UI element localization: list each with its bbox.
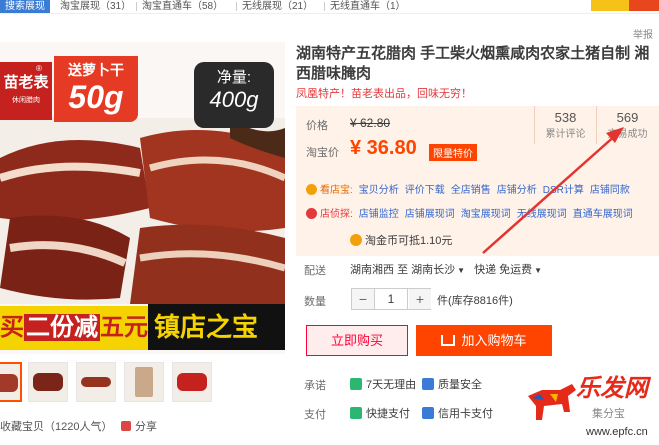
- bull-logo-icon: [528, 384, 576, 420]
- tool-link[interactable]: 淘宝展现词: [461, 209, 511, 220]
- shipping-method-select[interactable]: 快递 免运费 ▼: [474, 264, 548, 276]
- tool-link[interactable]: DSR计算: [543, 185, 584, 196]
- share-button[interactable]: 分享: [121, 418, 157, 434]
- site-watermark: 乐发网 www.epfc.cn: [520, 368, 659, 445]
- tab-taobao-ztc[interactable]: 淘宝直通车（58）: [142, 0, 223, 13]
- quantity-label: 数量: [304, 296, 326, 308]
- tool-link[interactable]: 宝贝分析: [359, 185, 399, 196]
- deal-count[interactable]: 569 交易成功: [596, 106, 658, 144]
- tab-wireless-exposure[interactable]: 无线展现（21）: [242, 0, 313, 13]
- credit-card-icon: [422, 407, 434, 419]
- watermark-text: 乐发网: [576, 375, 648, 402]
- tool-link[interactable]: 店铺展现词: [405, 209, 455, 220]
- destination-select[interactable]: 湖南长沙 ▼: [411, 264, 471, 276]
- meat-photo: [0, 118, 285, 304]
- registered-mark: ®: [36, 64, 42, 73]
- cart-icon: [441, 335, 456, 346]
- dianzhentan-icon: [306, 208, 317, 219]
- thumbnail-4[interactable]: [124, 362, 164, 402]
- brand-badge: 苗老表 休闲腊肉: [0, 62, 52, 120]
- promise-label: 承诺: [304, 380, 326, 392]
- price-panel: 价格 ¥ 62.80 淘宝价 ¥ 36.80 限量特价 538 累计评论 569…: [296, 106, 659, 256]
- tab-separator: [236, 2, 237, 11]
- product-subtitle: 凤凰特产！苗老表出品，回味无穷！: [296, 88, 472, 100]
- sales-stats: 538 累计评论 569 交易成功: [534, 106, 659, 144]
- shipping-label: 配送: [304, 265, 326, 277]
- corner-banner[interactable]: [591, 0, 659, 11]
- shipping-info: 湖南湘西 至 湖南长沙 ▼ 快递 免运费 ▼: [350, 261, 548, 277]
- payment-credit: 信用卡支付: [422, 405, 493, 421]
- tool-link[interactable]: 无线展现词: [517, 209, 567, 220]
- chevron-down-icon: ▼: [534, 266, 543, 275]
- thumbnail-2[interactable]: [28, 362, 68, 402]
- payment-quick: 快捷支付: [350, 405, 410, 421]
- quickpay-icon: [350, 407, 362, 419]
- review-count[interactable]: 538 累计评论: [534, 106, 596, 144]
- stock-info: 件(库存8816件): [437, 295, 513, 307]
- payment-label: 支付: [304, 409, 326, 421]
- tab-separator: [324, 2, 325, 11]
- promise-7day: 7天无理由: [350, 376, 416, 392]
- report-link[interactable]: 举报: [633, 26, 653, 41]
- taojinbi-coupon: 淘金币可抵1.10元: [350, 232, 452, 248]
- dianzhentan-toolbar: 店侦探: 店铺监控 店铺展现词 淘宝展现词 无线展现词 直通车展现词: [306, 205, 633, 220]
- coin-icon: [350, 234, 362, 246]
- tab-separator: [136, 2, 137, 11]
- add-to-cart-button[interactable]: 加入购物车: [416, 325, 552, 356]
- promise-quality: 质量安全: [422, 376, 482, 392]
- price-label: 价格: [306, 120, 328, 132]
- shield-icon: [422, 378, 434, 390]
- quantity-minus-button[interactable]: −: [352, 289, 374, 309]
- tab-taobao-exposure[interactable]: 淘宝展现（31）: [60, 0, 131, 13]
- promo-treasure-banner: 镇店之宝: [148, 304, 285, 350]
- tool-link[interactable]: 直通车展现词: [573, 209, 633, 220]
- buy-now-button[interactable]: 立即购买: [306, 325, 408, 356]
- thumbnail-1[interactable]: [0, 362, 22, 402]
- original-price: ¥ 62.80: [350, 116, 391, 130]
- promo-discount-banner: 买二份减五元: [0, 306, 148, 350]
- favorite-link[interactable]: 收藏宝贝（1220人气）: [0, 418, 112, 434]
- kandianbao-toolbar: 看店宝: 宝贝分析 评价下载 全店销售 店铺分析 DSR计算 店铺同款: [306, 181, 630, 196]
- seven-day-icon: [350, 378, 362, 390]
- product-main-image[interactable]: 苗老表 休闲腊肉 ® 送萝卜干 50g 净量: 400g 买二份减五元 镇店之宝: [0, 42, 285, 354]
- net-weight-badge: 净量: 400g: [194, 62, 274, 128]
- watermark-url: www.epfc.cn: [586, 426, 648, 438]
- tool-link[interactable]: 店铺分析: [497, 185, 537, 196]
- tab-search-exposure[interactable]: 搜索展现: [0, 0, 50, 13]
- tab-wireless-ztc[interactable]: 无线直通车（1）: [330, 0, 406, 13]
- chevron-down-icon: ▼: [457, 266, 466, 275]
- tool-link[interactable]: 店铺同款: [590, 185, 630, 196]
- tool-link[interactable]: 店铺监控: [359, 209, 399, 220]
- kandianbao-icon: [306, 184, 317, 195]
- tool-link[interactable]: 评价下载: [405, 185, 445, 196]
- promo-price: ¥ 36.80: [350, 137, 417, 159]
- quantity-plus-button[interactable]: +: [409, 289, 431, 309]
- gift-badge: 送萝卜干 50g: [54, 56, 138, 122]
- quantity-stepper: − 1 +: [351, 288, 431, 310]
- product-title: 湖南特产五花腊肉 手工柴火烟熏咸肉农家土猪自制 湘西腊味腌肉: [296, 45, 650, 82]
- promo-price-label: 淘宝价: [306, 147, 339, 159]
- tool-link[interactable]: 全店销售: [451, 185, 491, 196]
- plugin-toolbar: 搜索展现 淘宝展现（31） 淘宝直通车（58） 无线展现（21） 无线直通车（1…: [0, 0, 659, 14]
- thumbnail-3[interactable]: [76, 362, 116, 402]
- promo-tag: 限量特价: [429, 144, 477, 161]
- quantity-input[interactable]: 1: [374, 289, 408, 309]
- share-icon: [121, 421, 131, 431]
- thumbnail-5[interactable]: [172, 362, 212, 402]
